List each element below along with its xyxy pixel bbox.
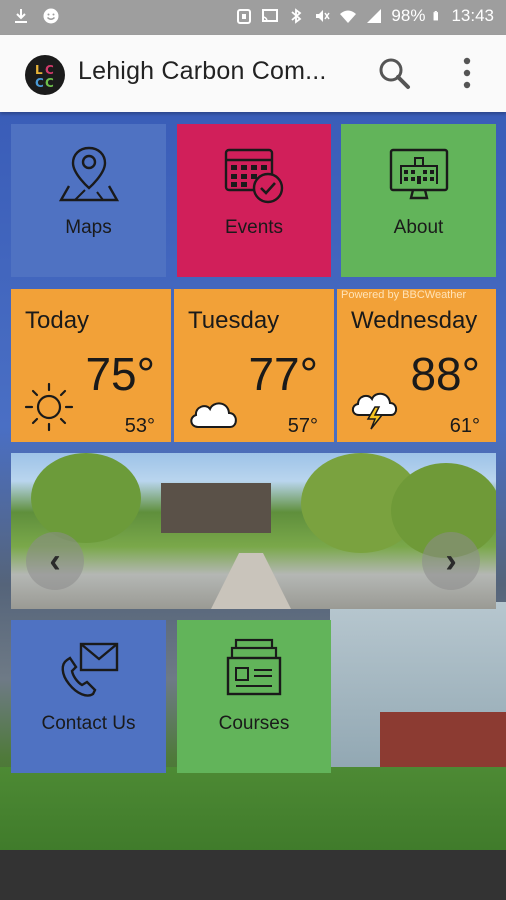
- chevron-right-icon: ›: [445, 541, 457, 580]
- calendar-check-icon: [224, 148, 284, 204]
- events-tile[interactable]: Events: [177, 124, 331, 277]
- weather-attribution: Powered by BBCWeather: [341, 289, 467, 301]
- courses-label: Courses: [218, 713, 290, 734]
- carousel-prev-button[interactable]: ‹: [26, 532, 84, 590]
- weather-tuesday[interactable]: Tuesday 77° 57°: [174, 289, 334, 442]
- svg-text:C: C: [35, 76, 44, 90]
- weather-low: 61°: [449, 415, 480, 437]
- status-bar: 98% 13:43: [0, 0, 506, 35]
- more-vert-icon[interactable]: [452, 55, 482, 91]
- download-icon: [15, 9, 27, 23]
- svg-text:C: C: [45, 63, 54, 77]
- weather-day: Tuesday: [188, 307, 280, 334]
- app-bar: L C C C Lehigh Carbon Com...: [0, 35, 506, 112]
- weather-high: 77°: [248, 348, 318, 400]
- cloud-icon: [190, 402, 237, 428]
- maps-label: Maps: [65, 217, 112, 238]
- contact-us-tile[interactable]: Contact Us: [11, 620, 166, 773]
- search-icon[interactable]: [376, 55, 412, 91]
- smiley-icon: [43, 8, 59, 24]
- weather-day: Wednesday: [351, 307, 478, 334]
- about-tile[interactable]: About: [341, 124, 496, 277]
- carousel-next-button[interactable]: ›: [422, 532, 480, 590]
- weather-wednesday[interactable]: Wednesday 88° 61°: [337, 289, 496, 442]
- thunderstorm-icon: [351, 392, 398, 430]
- app-title: Lehigh Carbon Com...: [78, 57, 327, 85]
- envelope-phone-icon: [61, 642, 118, 697]
- contact-us-label: Contact Us: [41, 713, 136, 734]
- about-label: About: [393, 217, 444, 238]
- weather-high: 75°: [85, 348, 155, 400]
- courses-tile[interactable]: Courses: [177, 620, 331, 773]
- chevron-left-icon: ‹: [49, 541, 61, 580]
- svg-text:C: C: [45, 76, 54, 90]
- building-monitor-icon: [389, 148, 448, 200]
- course-cards-icon: [226, 638, 282, 696]
- weather-today[interactable]: Today 75° 53°: [11, 289, 171, 442]
- sun-icon: [24, 382, 74, 432]
- campus-photo-carousel[interactable]: [11, 453, 496, 609]
- battery-percent: 98%: [391, 6, 426, 25]
- alarm-icon: [237, 9, 252, 24]
- cast-icon: [262, 9, 279, 22]
- weather-high: 88°: [410, 348, 480, 400]
- events-label: Events: [224, 217, 284, 238]
- bluetooth-icon: [291, 8, 302, 24]
- wifi-icon: [340, 10, 357, 23]
- map-pin-icon: [58, 146, 119, 202]
- weather-low: 57°: [287, 415, 318, 437]
- maps-tile[interactable]: Maps: [11, 124, 166, 277]
- battery-icon: [434, 11, 439, 21]
- svg-text:L: L: [35, 63, 43, 77]
- app-logo: L C C C: [25, 55, 65, 95]
- weather-day: Today: [25, 307, 90, 334]
- mute-icon: [316, 10, 331, 22]
- signal-icon: [367, 9, 382, 23]
- weather-low: 53°: [124, 415, 155, 437]
- clock: 13:43: [451, 6, 494, 25]
